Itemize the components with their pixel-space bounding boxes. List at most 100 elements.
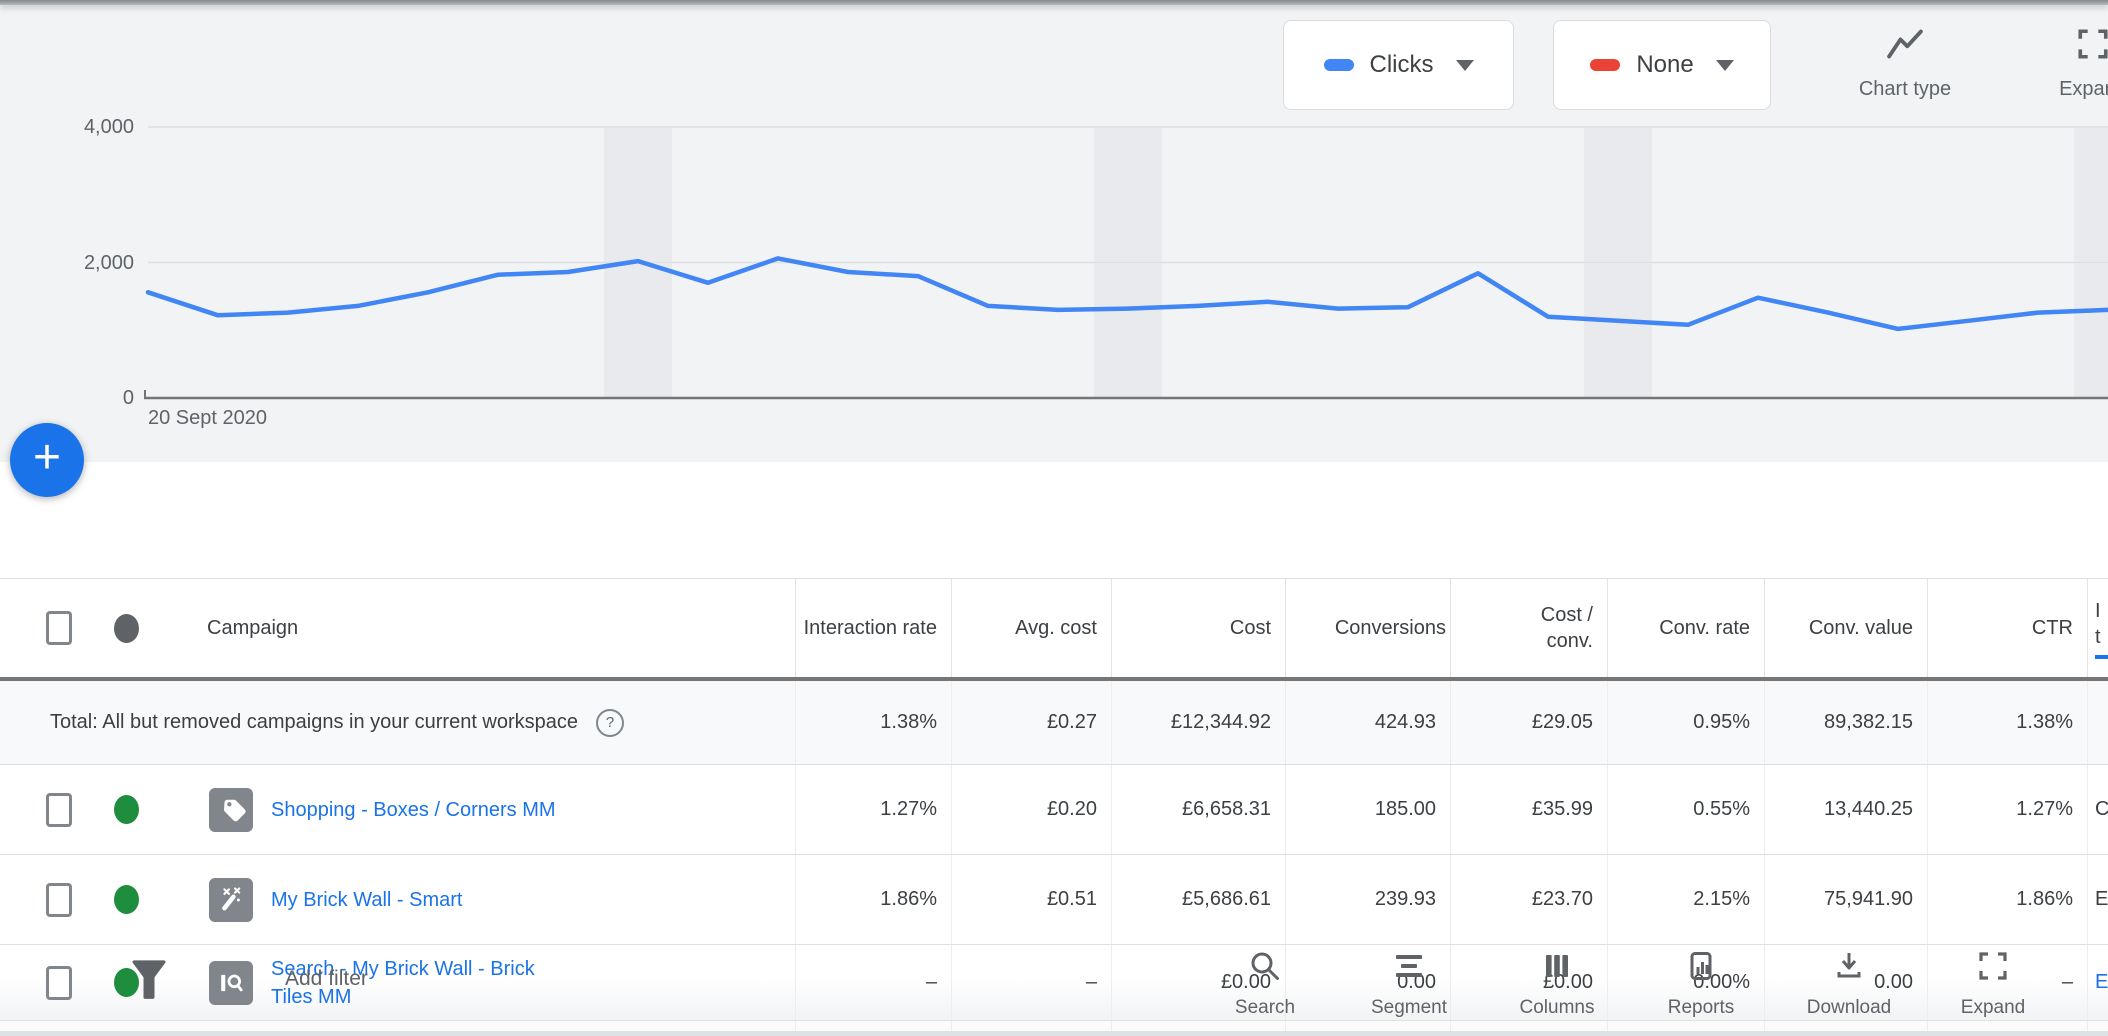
table-toolbar: Add filter Search Segment (0, 462, 2108, 578)
column-header-clipped[interactable]: I t (2087, 579, 2108, 677)
more-button-clipped[interactable]: M (2062, 950, 2108, 1014)
columns-button[interactable]: Columns (1482, 950, 1632, 1019)
metric-cell: – (795, 945, 951, 1020)
y-axis-tick: 0 (30, 384, 134, 412)
column-header[interactable]: Interaction rate (795, 579, 951, 677)
metric-cell: 13,440.25 (1764, 765, 1927, 854)
row-checkbox[interactable] (46, 883, 72, 917)
total-value-clipped (2087, 681, 2108, 764)
shopping-campaign-icon (209, 788, 253, 832)
tool-label: Columns (1520, 997, 1595, 1019)
select-all-checkbox[interactable] (46, 611, 72, 645)
tool-label: Segment (1371, 997, 1447, 1019)
metric-cell: 1.86% (795, 855, 951, 944)
search-campaign-icon (209, 961, 253, 1005)
metric-cell: 1.27% (795, 765, 951, 854)
help-icon[interactable]: ? (596, 709, 624, 737)
metric-cell: £23.70 (1450, 855, 1607, 944)
campaign-cell: Shopping - Boxes / Corners MM (0, 765, 795, 854)
row-checkbox[interactable] (46, 966, 72, 1000)
columns-icon (1541, 950, 1573, 987)
chevron-down-icon (1456, 60, 1474, 71)
metric-cell: £0.20 (951, 765, 1111, 854)
tool-label: Reports (1668, 997, 1735, 1019)
metric-2-dropdown[interactable]: None (1553, 20, 1771, 110)
column-header[interactable]: Conversions (1285, 579, 1450, 677)
column-header[interactable]: Conv. value (1764, 579, 1927, 677)
metric-cell: £6,658.31 (1111, 765, 1285, 854)
metric-1-dropdown[interactable]: Clicks (1283, 20, 1514, 110)
tool-label: Expand (1961, 997, 2025, 1019)
y-axis-tick: 2,000 (30, 249, 134, 277)
total-value: £12,344.92 (1111, 681, 1285, 764)
clicks-line-chart[interactable] (0, 5, 2108, 467)
metric-cell-clipped: E (2087, 855, 2108, 944)
search-button[interactable]: Search (1190, 950, 1340, 1019)
metric-cell: 2.15% (1607, 855, 1764, 944)
metric-cell: 0.55% (1607, 765, 1764, 854)
reports-button[interactable]: Reports (1626, 950, 1776, 1019)
tool-label: Download (1807, 997, 1892, 1019)
metric-2-label: None (1636, 51, 1693, 79)
campaign-link[interactable]: Shopping - Boxes / Corners MM (271, 796, 556, 824)
metric-cell: £35.99 (1450, 765, 1607, 854)
chevron-down-icon (1716, 60, 1734, 71)
metric-cell: 239.93 (1285, 855, 1450, 944)
total-value: 1.38% (795, 681, 951, 764)
table-header-row: Campaign Interaction rate Avg. cost Cost… (0, 579, 2108, 681)
total-label-cell: Total: All but removed campaigns in your… (0, 681, 795, 764)
column-header[interactable]: Cost (1111, 579, 1285, 677)
status-enabled-dot[interactable] (114, 795, 139, 824)
metric-1-label: Clicks (1370, 51, 1434, 79)
chart-type-label: Chart type (1859, 78, 1951, 101)
download-button[interactable]: Download (1774, 950, 1924, 1019)
column-header-campaign[interactable]: Campaign (207, 615, 298, 641)
download-icon (1833, 950, 1865, 987)
metric-cell: 75,941.90 (1764, 855, 1927, 944)
expand-icon (1977, 950, 2009, 987)
column-header[interactable]: Avg. cost (951, 579, 1111, 677)
total-value: 1.38% (1927, 681, 2087, 764)
add-filter-button[interactable]: Add filter (285, 967, 368, 991)
expand-chart-label: Expand (2059, 78, 2108, 101)
metric-1-color-pill (1324, 59, 1354, 71)
expand-table-button[interactable]: Expand (1918, 950, 2068, 1019)
column-header[interactable]: CTR (1927, 579, 2087, 677)
line-chart-icon (1885, 27, 1925, 66)
row-checkbox[interactable] (46, 793, 72, 827)
google-ads-campaigns-screen: 4,000 2,000 0 20 Sept 2020 Clicks None C… (0, 0, 2108, 1036)
table-row: Shopping - Boxes / Corners MM 1.27% £0.2… (0, 765, 2108, 855)
reports-icon (1685, 950, 1717, 987)
performance-chart-section: 4,000 2,000 0 20 Sept 2020 Clicks None C… (0, 5, 2108, 462)
segment-icon (1393, 950, 1425, 987)
campaign-cell: Search - My Brick Wall - Brick Tiles MM (0, 945, 795, 1020)
status-enabled-dot[interactable] (114, 885, 139, 914)
clipped-header-underline (2095, 655, 2108, 659)
new-campaign-fab-button[interactable]: + (10, 423, 84, 497)
expand-chart-button[interactable]: Expand (2028, 27, 2108, 101)
tool-label: Search (1235, 997, 1295, 1019)
column-header[interactable]: Cost / conv. (1450, 579, 1607, 677)
total-value: £0.27 (951, 681, 1111, 764)
total-value: 0.95% (1607, 681, 1764, 764)
smart-campaign-icon (209, 878, 253, 922)
campaign-header-cell: Campaign (0, 579, 795, 677)
metric-cell: 185.00 (1285, 765, 1450, 854)
column-header[interactable]: Conv. rate (1607, 579, 1764, 677)
total-row: Total: All but removed campaigns in your… (0, 681, 2108, 765)
campaign-link[interactable]: My Brick Wall - Smart (271, 886, 462, 914)
metric-cell: – (951, 945, 1111, 1020)
window-top-edge (0, 0, 2108, 5)
status-column-header-dot[interactable] (114, 614, 139, 643)
total-value: 424.93 (1285, 681, 1450, 764)
segment-button[interactable]: Segment (1334, 950, 1484, 1019)
x-axis-start-date: 20 Sept 2020 (148, 407, 267, 430)
metric-cell: £0.51 (951, 855, 1111, 944)
search-icon (1249, 950, 1281, 987)
expand-icon (2076, 27, 2108, 66)
total-value: £29.05 (1450, 681, 1607, 764)
plus-icon: + (33, 434, 61, 482)
chart-type-button[interactable]: Chart type (1840, 27, 1970, 101)
filter-funnel-icon[interactable] (130, 958, 168, 1007)
total-value: 89,382.15 (1764, 681, 1927, 764)
